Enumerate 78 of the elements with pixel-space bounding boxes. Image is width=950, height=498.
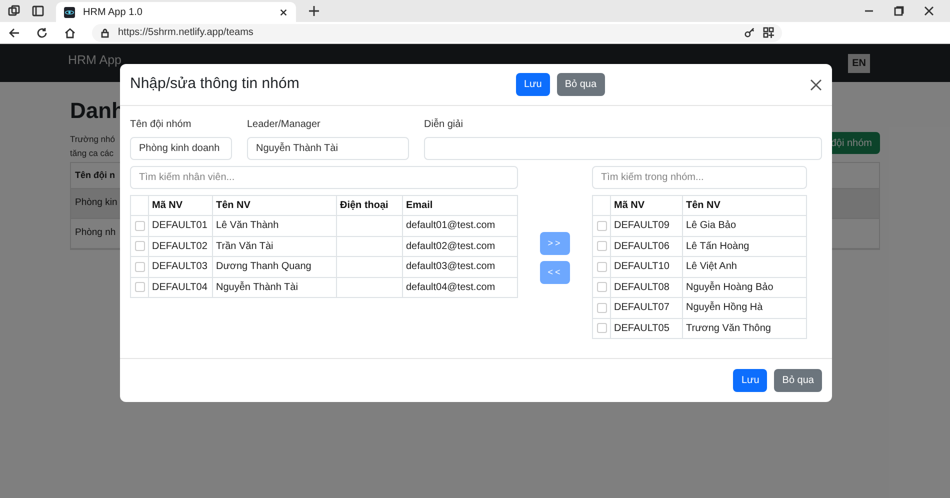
column-header: Mã NV xyxy=(152,199,183,213)
column-header: Tên NV xyxy=(686,199,720,213)
field-label: Diễn giải xyxy=(424,118,464,131)
search-field[interactable]: Tìm kiếm trong nhóm... xyxy=(592,166,807,189)
refresh-icon[interactable] xyxy=(36,26,48,38)
column-header: Tên NV xyxy=(216,199,250,213)
cancel-button[interactable]: Bỏ qua xyxy=(774,369,822,392)
table-cell-text: DEFAULT10 xyxy=(614,260,670,274)
table-cell-text: DEFAULT01 xyxy=(152,219,208,234)
checkbox[interactable] xyxy=(134,241,144,252)
back-icon[interactable] xyxy=(8,26,20,38)
column-header: Điện thoại xyxy=(340,199,388,213)
checkbox[interactable] xyxy=(596,282,606,292)
apps-icon[interactable] xyxy=(763,27,774,38)
column-header: Tên đội n xyxy=(75,168,115,182)
table-cell-text: DEFAULT05 xyxy=(614,322,670,336)
close-icon[interactable] xyxy=(810,78,822,90)
table-cell-text: DEFAULT07 xyxy=(614,301,670,316)
column-header: Email xyxy=(406,199,433,213)
table-cell-text: Nguyễn Hoàng Bảo xyxy=(686,280,774,295)
table-cell-text: Lê Văn Thành xyxy=(216,219,279,234)
intro-text: Trường nhó xyxy=(70,133,115,146)
table-cell-text: DEFAULT09 xyxy=(614,219,670,234)
address-bar[interactable]: https://5shrm.netlify.app/teams xyxy=(92,24,782,42)
browser-tab[interactable]: HRM App 1.0 xyxy=(56,2,296,22)
tabs-icon[interactable] xyxy=(32,5,44,17)
lock-icon xyxy=(100,28,110,38)
remove-member-button[interactable]: << xyxy=(540,261,570,284)
intro-text: tăng ca các xyxy=(70,147,114,160)
new-tab-icon[interactable] xyxy=(308,5,320,17)
save-button[interactable]: Lưu xyxy=(733,369,768,392)
table-cell: Nguyễn Hồng Hà xyxy=(686,300,763,316)
checkbox[interactable] xyxy=(596,262,606,272)
table-cell-text: DEFAULT04 xyxy=(152,280,208,295)
url-text: https://5shrm.netlify.app/teams xyxy=(118,26,254,40)
table-cell-text: DEFAULT06 xyxy=(614,240,670,254)
add-member-button[interactable]: >> xyxy=(540,232,570,255)
table-cell-text: default03@test.com xyxy=(406,260,496,274)
checkbox[interactable] xyxy=(596,323,606,334)
table-cell-text: Dương Thanh Quang xyxy=(216,260,312,274)
checkbox[interactable] xyxy=(134,262,144,272)
column-header: Mã NV xyxy=(614,199,645,213)
table-cell-text: DEFAULT08 xyxy=(614,280,670,295)
cancel-button[interactable]: Bỏ qua xyxy=(556,73,605,96)
table-cell-text: Lê Gia Bảo xyxy=(686,219,736,234)
field-label: Tên đội nhóm xyxy=(130,118,192,131)
tab-title: HRM App 1.0 xyxy=(83,6,144,20)
app-icon xyxy=(64,6,75,18)
home-icon[interactable] xyxy=(64,26,76,38)
table-cell-text: Trương Văn Thông xyxy=(686,322,771,336)
checkbox[interactable] xyxy=(596,241,606,252)
checkbox[interactable] xyxy=(134,282,144,292)
save-button[interactable]: Lưu xyxy=(516,73,550,96)
input-field[interactable] xyxy=(424,137,822,160)
table-cell-text: DEFAULT02 xyxy=(152,240,208,254)
table-cell-text: Lê Tấn Hoàng xyxy=(686,240,750,254)
language-toggle[interactable]: EN xyxy=(848,54,870,72)
input-field[interactable]: Phòng kinh doanh xyxy=(130,137,232,160)
modal-title: Nhập/sửa thông tin nhóm xyxy=(130,74,300,94)
restore-icon[interactable] xyxy=(894,6,904,16)
search-field[interactable]: Tìm kiếm nhân viên... xyxy=(130,166,518,189)
input-field[interactable]: Nguyễn Thành Tài xyxy=(247,137,409,160)
table-cell-text: default04@test.com xyxy=(406,280,496,295)
brand[interactable]: HRM App xyxy=(68,53,122,67)
table-cell-text: Lê Việt Anh xyxy=(686,260,737,274)
field-label: Leader/Manager xyxy=(247,118,322,131)
table-cell-text: Trần Văn Tài xyxy=(216,240,274,254)
checkbox[interactable] xyxy=(596,220,606,231)
checkbox[interactable] xyxy=(134,220,144,231)
table-cell-text: DEFAULT03 xyxy=(152,260,208,274)
table-cell-text: default02@test.com xyxy=(406,240,496,254)
close-icon[interactable] xyxy=(924,6,934,16)
checkbox[interactable] xyxy=(596,302,606,313)
table-cell-text: Nguyễn Thành Tài xyxy=(216,280,298,295)
close-icon[interactable] xyxy=(279,8,288,16)
key-icon[interactable] xyxy=(744,27,755,38)
workspaces-icon[interactable] xyxy=(8,5,20,17)
table-cell-text: default01@test.com xyxy=(406,219,496,234)
